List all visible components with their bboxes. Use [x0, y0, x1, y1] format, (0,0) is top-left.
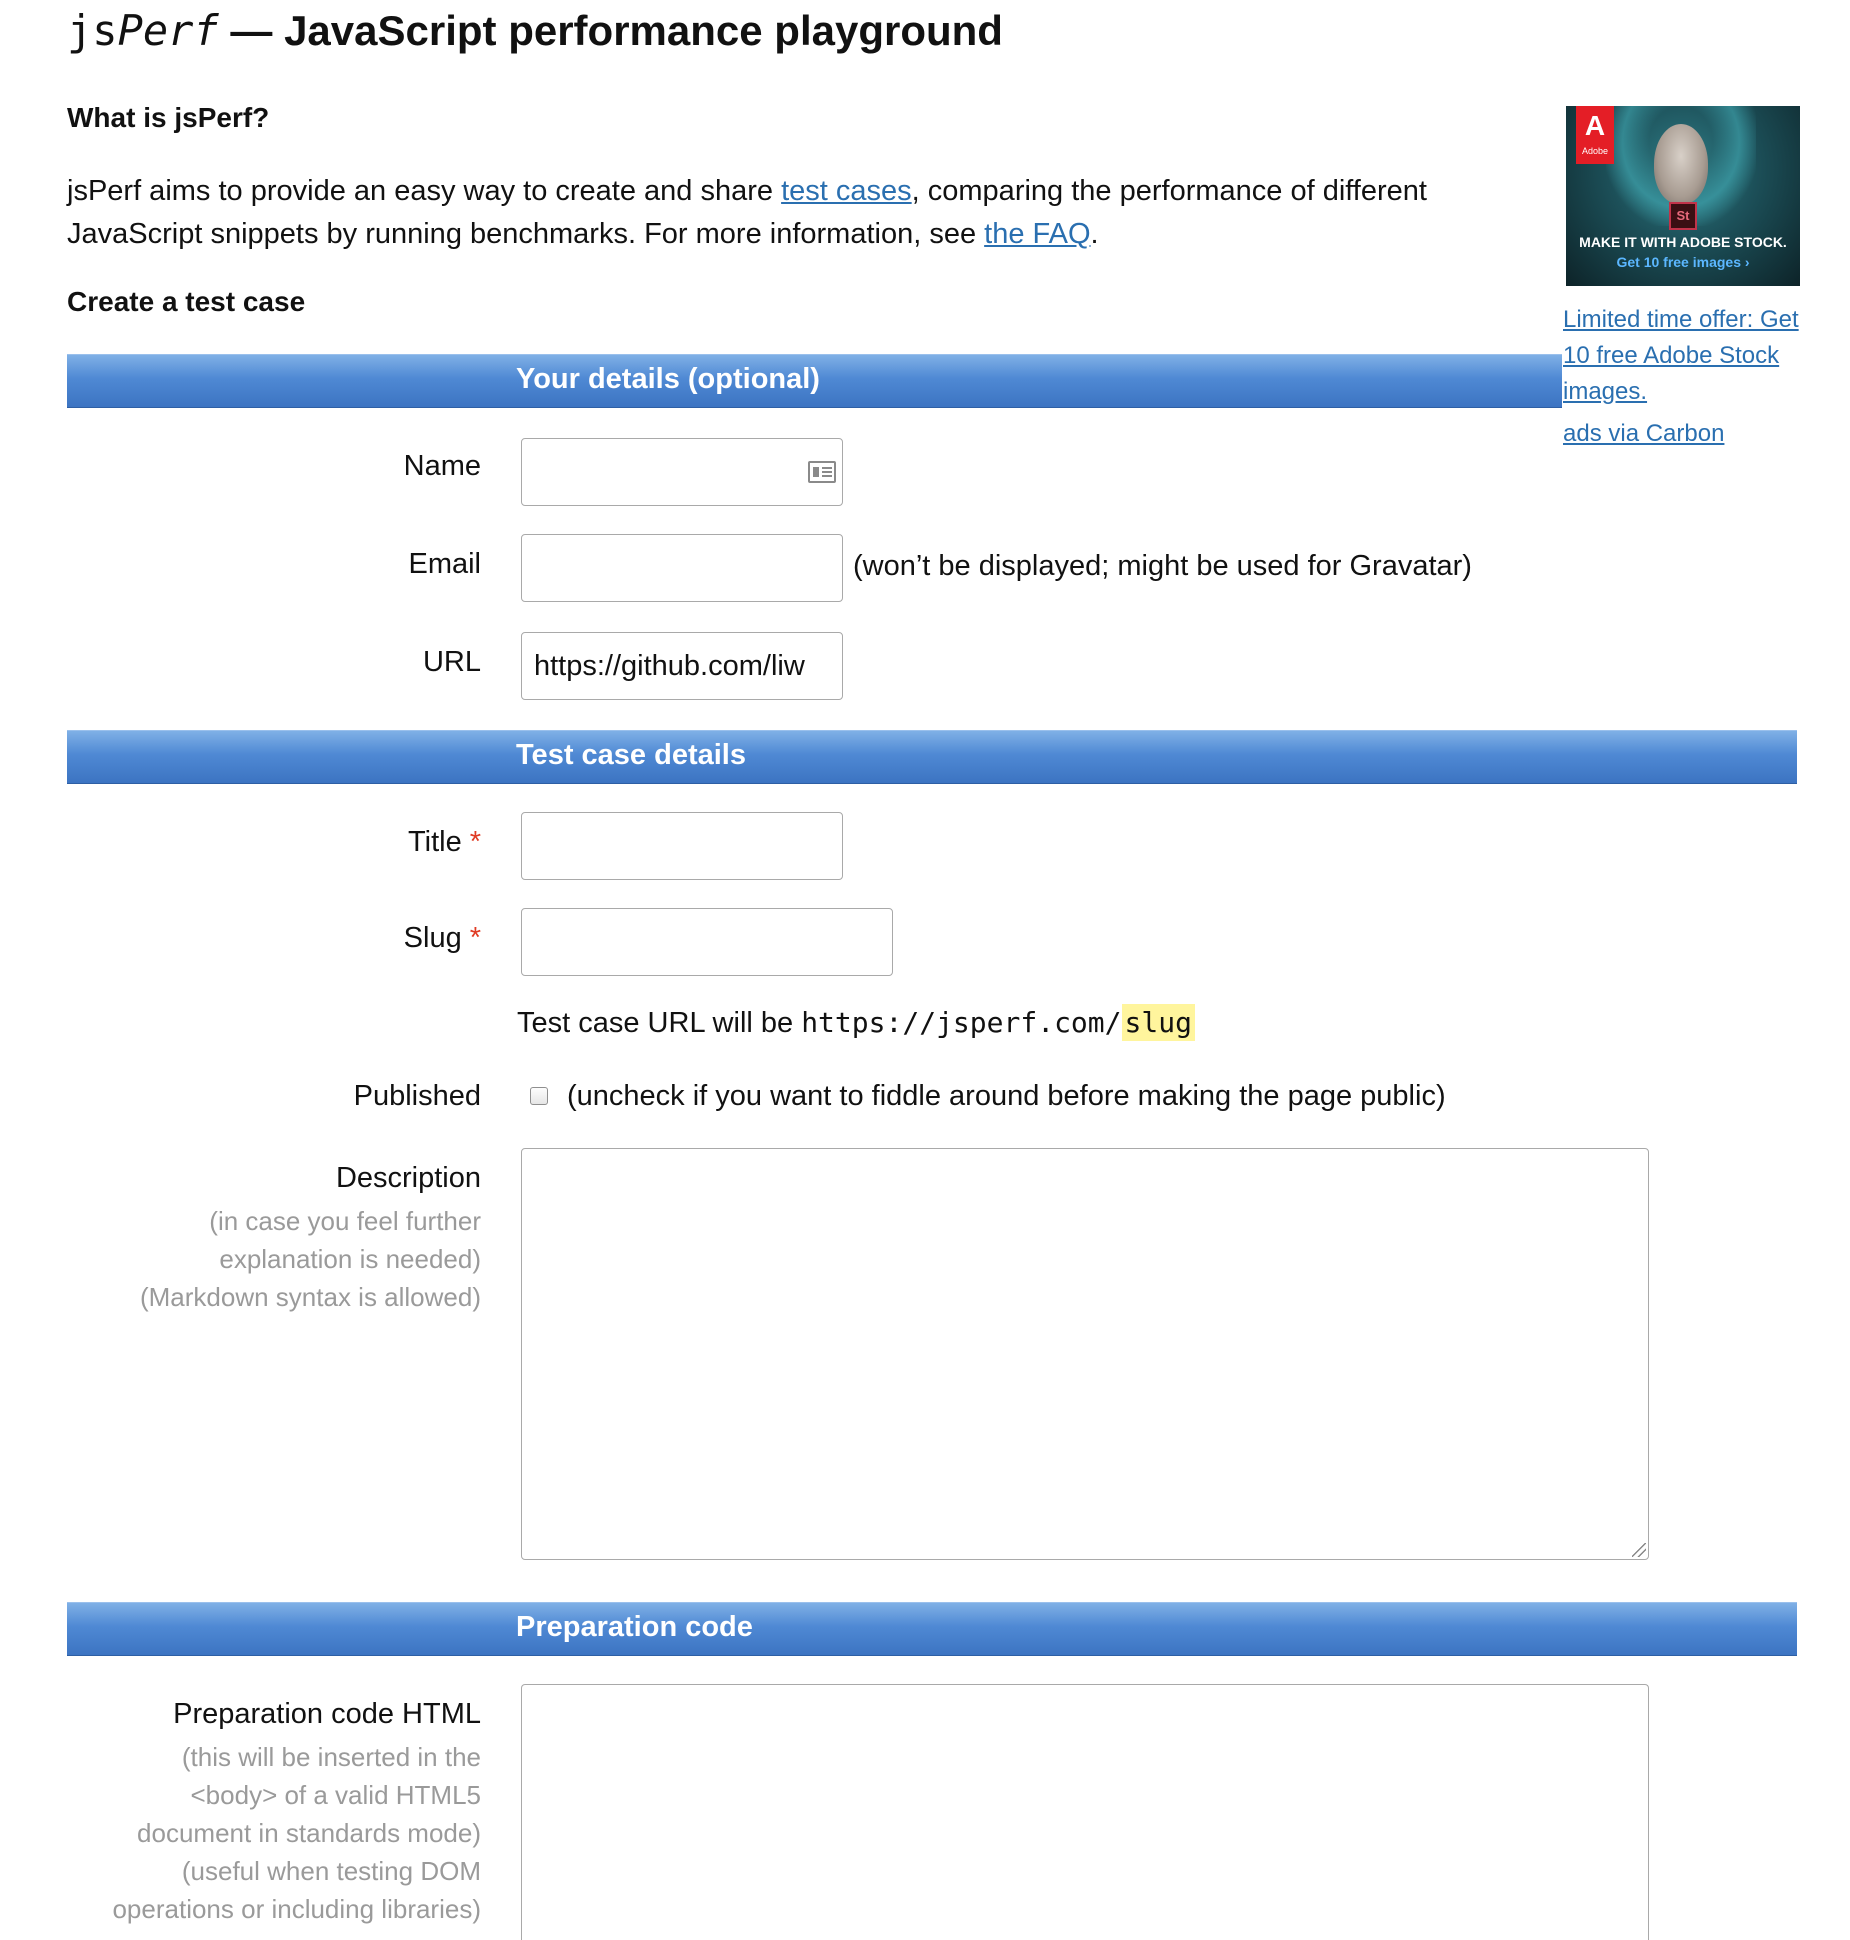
- required-marker: *: [469, 826, 481, 858]
- adobe-logo-word: Adobe: [1581, 146, 1609, 156]
- test-cases-link[interactable]: test cases: [781, 175, 912, 207]
- description-hint-line: (Markdown syntax is allowed): [139, 1282, 481, 1312]
- brand-plain: js: [67, 6, 118, 55]
- section-title: Your details (optional): [516, 363, 820, 395]
- slug-url-prefix: Test case URL will be: [517, 1007, 802, 1039]
- slug-url-highlight: slug: [1121, 1004, 1195, 1041]
- description-hint-line: explanation is needed): [219, 1244, 481, 1274]
- description-label: Description: [335, 1162, 481, 1194]
- adobe-logo-letter: A: [1584, 110, 1606, 141]
- resize-grip-icon[interactable]: [1632, 1543, 1646, 1557]
- ad-portrait: [1654, 124, 1708, 204]
- intro-paragraph: jsPerf aims to provide an easy way to cr…: [67, 170, 1537, 256]
- url-label: URL: [422, 646, 481, 678]
- site-title: jsPerf — JavaScript performance playgrou…: [67, 6, 1003, 55]
- section-title: Test case details: [516, 739, 746, 771]
- prep-html-hint: (this will be inserted in the <body> of …: [112, 1738, 481, 1928]
- section-test-case-details: Test case details: [67, 730, 1797, 784]
- required-marker: *: [469, 922, 481, 954]
- prep-html-hint-line: <body> of a valid HTML5: [190, 1780, 482, 1810]
- title-label: Title *: [408, 826, 481, 859]
- adobe-logo-icon: A Adobe: [1576, 106, 1614, 164]
- brand-logo[interactable]: jsPerf: [67, 6, 219, 55]
- ads-via-carbon-link[interactable]: ads via Carbon: [1563, 420, 1724, 448]
- section-title: Preparation code: [516, 1611, 753, 1643]
- prep-html-hint-line: (this will be inserted in the: [181, 1742, 481, 1772]
- email-note: (won’t be displayed; might be used for G…: [853, 550, 1472, 582]
- section-your-details: Your details (optional): [67, 354, 1562, 408]
- ad-image[interactable]: A Adobe St MAKE IT WITH ADOBE STOCK. Get …: [1566, 106, 1800, 286]
- published-checkbox[interactable]: [530, 1087, 548, 1105]
- published-label: Published: [353, 1080, 481, 1112]
- contact-card-icon[interactable]: [808, 461, 836, 483]
- intro-text-1: jsPerf aims to provide an easy way to cr…: [67, 175, 782, 207]
- slug-label-text: Slug: [403, 922, 462, 954]
- what-is-heading: What is jsPerf?: [67, 102, 270, 133]
- url-value: https://github.com/liw: [534, 650, 805, 682]
- slug-url-preview: Test case URL will be https://jsperf.com…: [517, 1004, 1195, 1041]
- intro-text-3: .: [1090, 218, 1099, 250]
- prep-html-hint-line: (useful when testing DOM: [181, 1856, 481, 1886]
- slug-input[interactable]: [521, 908, 893, 976]
- url-input[interactable]: https://github.com/liw: [521, 632, 843, 700]
- prep-html-label: Preparation code HTML: [173, 1698, 481, 1730]
- title-input[interactable]: [521, 812, 843, 880]
- ad-headline: MAKE IT WITH ADOBE STOCK.: [1579, 234, 1787, 250]
- prep-html-hint-line: document in standards mode): [137, 1818, 481, 1848]
- title-label-text: Title: [407, 826, 462, 858]
- prep-html-hint-line: operations or including libraries): [112, 1894, 481, 1924]
- name-label: Name: [403, 450, 481, 482]
- create-test-case-heading: Create a test case: [67, 286, 306, 317]
- section-preparation-code: Preparation code: [67, 1602, 1797, 1656]
- published-note: (uncheck if you want to fiddle around be…: [567, 1080, 1446, 1112]
- slug-url-base: https://jsperf.com/: [801, 1006, 1122, 1039]
- email-input[interactable]: [521, 534, 843, 602]
- prep-html-textarea[interactable]: [521, 1684, 1649, 1940]
- ad-cta: Get 10 free images ›: [1616, 254, 1750, 270]
- faq-link[interactable]: the FAQ: [984, 218, 1090, 250]
- email-label: Email: [408, 548, 481, 580]
- brand-italic: Perf: [117, 6, 219, 55]
- stock-badge-icon: St: [1669, 202, 1697, 230]
- description-hint-line: (in case you feel further: [209, 1206, 481, 1236]
- ad-offer-link[interactable]: Limited time offer: Get 10 free Adobe St…: [1563, 302, 1803, 410]
- description-hint: (in case you feel further explanation is…: [140, 1202, 481, 1316]
- site-subtitle: — JavaScript performance playground: [218, 7, 1003, 54]
- name-input[interactable]: [521, 438, 843, 506]
- slug-label: Slug *: [404, 922, 481, 955]
- description-textarea[interactable]: [521, 1148, 1649, 1560]
